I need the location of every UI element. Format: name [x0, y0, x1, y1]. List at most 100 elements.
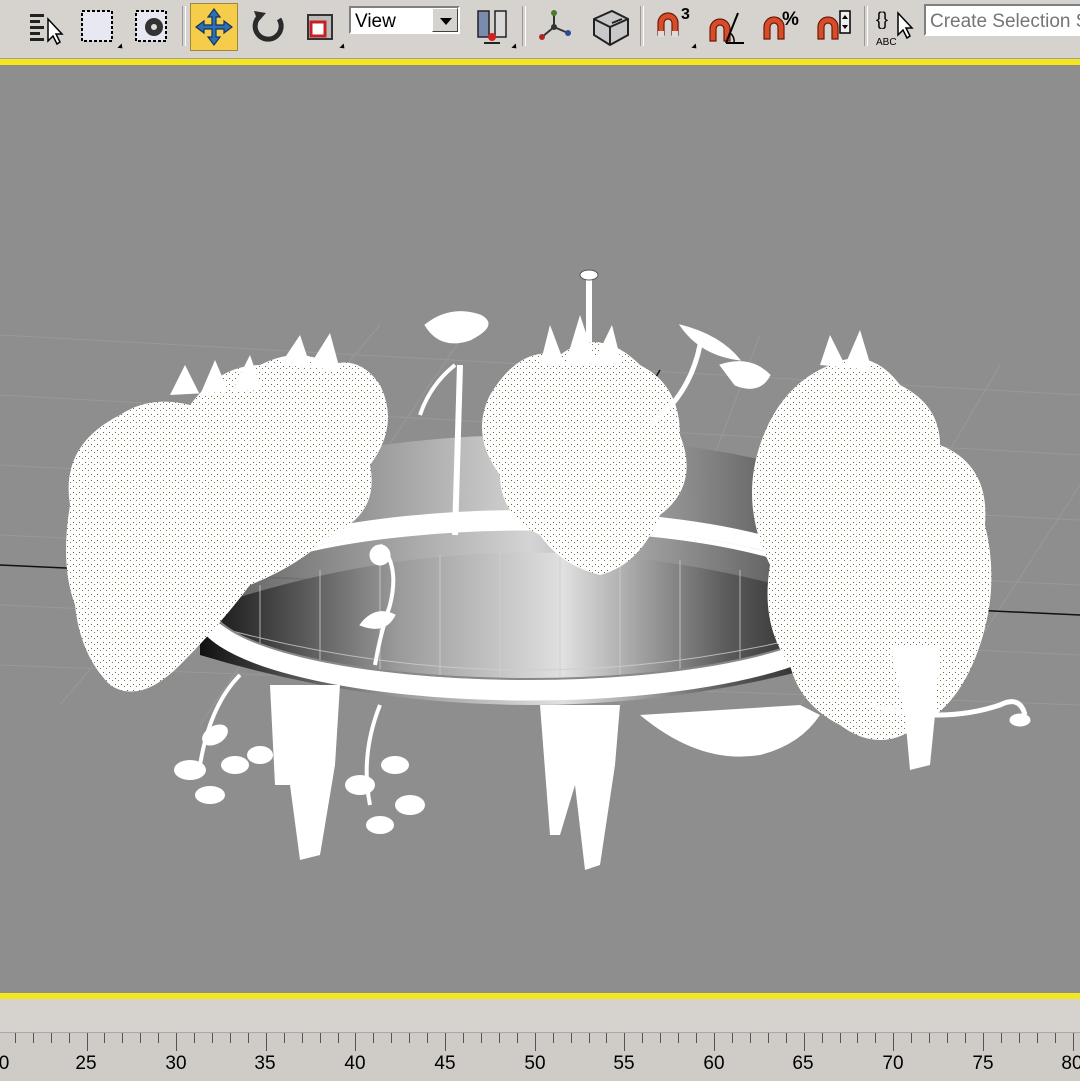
frame-tick — [660, 1033, 662, 1043]
snap-3d-icon: 3 — [657, 6, 690, 37]
scale-icon — [307, 14, 333, 40]
main-toolbar: View 3 % {} ABC Create Selection Se — [0, 0, 1080, 59]
frame-tick — [552, 1033, 554, 1043]
frame-tick — [1018, 1033, 1020, 1043]
create-selection-set-input[interactable] — [924, 4, 1080, 36]
select-and-scale-button[interactable] — [296, 3, 347, 51]
frame-tick — [229, 1033, 231, 1043]
frame-tick — [247, 1033, 249, 1043]
perspective-viewport[interactable] — [0, 59, 1080, 999]
frame-tick — [965, 1033, 966, 1043]
frame-tick — [463, 1033, 464, 1043]
frame-tick — [714, 1033, 715, 1051]
foliage-right[interactable] — [752, 330, 992, 740]
frame-tick — [893, 1033, 895, 1051]
frame-tick — [176, 1033, 178, 1051]
viewport-canvas — [0, 269, 1080, 870]
frame-tick — [212, 1033, 213, 1043]
named-selection-sets-button[interactable]: {} ABC — [870, 3, 918, 51]
select-and-move-button[interactable] — [190, 3, 238, 51]
frame-tick — [68, 1033, 70, 1043]
frame-tick — [857, 1033, 859, 1043]
percent-snap-icon: % — [763, 9, 799, 40]
pivot-center-icon — [477, 10, 507, 44]
frame-tick — [642, 1033, 644, 1043]
reference-coordinate-dropdown[interactable]: View — [349, 6, 460, 34]
window-crossing-button[interactable] — [128, 3, 176, 51]
frame-tick — [14, 1033, 16, 1043]
frame-tick — [104, 1033, 106, 1043]
frame-tick — [391, 1033, 393, 1043]
frame-label: 35 — [254, 1053, 276, 1074]
rect-selection-icon — [81, 10, 113, 42]
frame-tick — [696, 1033, 698, 1043]
frame-label: 70 — [882, 1053, 904, 1074]
frame-tick — [50, 1033, 52, 1043]
frame-tick — [301, 1033, 303, 1043]
frame-tick — [839, 1033, 841, 1043]
frame-tick — [355, 1033, 357, 1051]
frame-tick — [875, 1033, 877, 1043]
frame-tick — [1072, 1033, 1074, 1051]
frame-tick — [1054, 1033, 1056, 1043]
frame-tick — [606, 1033, 608, 1043]
rotate-icon — [252, 11, 284, 42]
frame-tick — [982, 1033, 984, 1051]
frame-label: 30 — [165, 1053, 187, 1074]
braces-label: {} — [876, 9, 888, 29]
frame-tick — [803, 1033, 805, 1051]
frame-tick — [749, 1033, 751, 1043]
window-crossing-icon — [135, 10, 167, 42]
frame-tick — [427, 1033, 429, 1043]
spinner-snap-toggle-button[interactable] — [810, 3, 858, 51]
frame-tick — [911, 1033, 913, 1043]
frame-tick — [767, 1033, 769, 1043]
frame-tick — [337, 1033, 339, 1043]
frame-tick — [265, 1033, 267, 1051]
frame-tick — [122, 1033, 124, 1043]
frame-tick — [570, 1033, 572, 1043]
frame-tick — [731, 1033, 733, 1043]
frame-tick — [678, 1033, 680, 1043]
frame-tick — [1000, 1033, 1002, 1043]
named-selection-icon: {} ABC — [876, 9, 914, 48]
select-and-rotate-button[interactable] — [244, 3, 292, 51]
select-by-name-button[interactable] — [22, 3, 70, 51]
abc-label: ABC — [876, 37, 897, 48]
frame-tick — [158, 1033, 160, 1043]
manipulate-icon — [539, 10, 571, 40]
percent-snap-toggle-button[interactable]: % — [756, 3, 804, 51]
select-by-name-icon — [30, 14, 64, 46]
frame-tick — [86, 1033, 88, 1051]
frame-tick — [534, 1033, 536, 1051]
frame-label: 75 — [972, 1053, 994, 1074]
time-slider-track-bar[interactable]: 0 25 30 35 40 45 50 55 60 65 70 75 80 — [0, 999, 1080, 1081]
frame-label: 25 — [75, 1053, 97, 1074]
keyboard-override-icon — [593, 9, 629, 47]
rect-selection-button[interactable] — [74, 3, 125, 51]
frame-tick — [480, 1033, 482, 1043]
frame-label: 65 — [792, 1053, 814, 1074]
angle-snap-toggle-button[interactable] — [702, 3, 750, 51]
frame-tick — [140, 1033, 142, 1043]
frame-ruler[interactable]: 0 25 30 35 40 45 50 55 60 65 70 75 80 — [0, 1032, 1080, 1081]
frame-label: 45 — [434, 1053, 456, 1074]
frame-tick — [445, 1033, 447, 1051]
frame-label: 80 — [1061, 1053, 1080, 1074]
frame-label: 0 — [0, 1053, 10, 1074]
angle-snap-icon — [709, 12, 744, 44]
frame-tick — [516, 1033, 518, 1043]
frame-tick — [1036, 1033, 1038, 1043]
percent-label: % — [782, 9, 799, 30]
reference-coordinate-value: View — [355, 11, 396, 32]
frame-tick — [947, 1033, 949, 1043]
frame-tick — [319, 1033, 321, 1043]
select-and-manipulate-button[interactable] — [530, 3, 578, 51]
snap-dimension-label: 3 — [681, 6, 690, 23]
use-pivot-center-button[interactable] — [468, 3, 519, 51]
frame-tick — [588, 1033, 590, 1043]
keyboard-override-button[interactable] — [586, 3, 634, 51]
frame-label: 55 — [613, 1053, 635, 1074]
snaps-toggle-button[interactable]: 3 — [648, 3, 699, 51]
chevron-down-icon[interactable] — [432, 8, 458, 32]
